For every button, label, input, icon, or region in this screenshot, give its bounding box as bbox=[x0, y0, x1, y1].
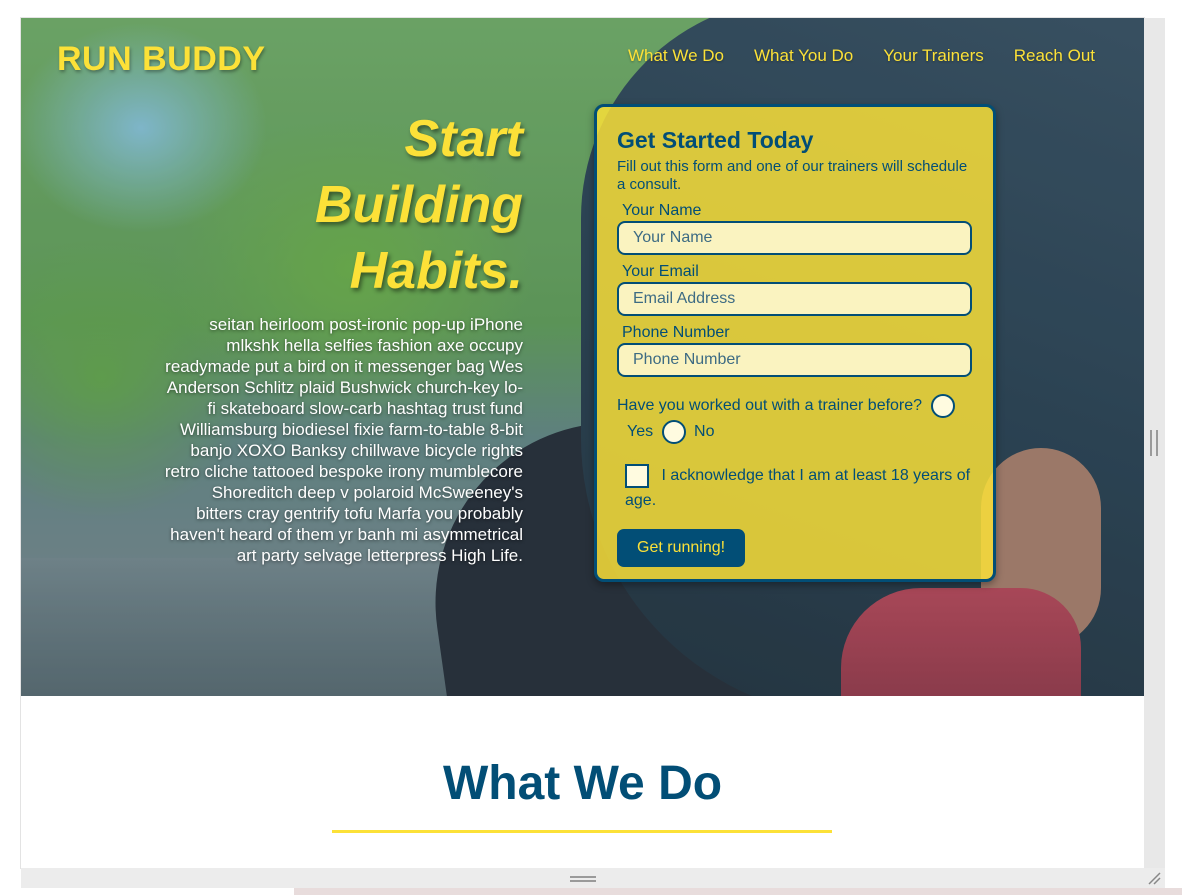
trainer-question-text: Have you worked out with a trainer befor… bbox=[617, 397, 923, 414]
email-label: Your Email bbox=[622, 263, 699, 280]
age-checkbox[interactable] bbox=[625, 463, 649, 488]
main-nav: What We Do What You Do Your Trainers Rea… bbox=[628, 46, 1095, 66]
vertical-resize-grip-icon[interactable] bbox=[1150, 430, 1158, 456]
nav-what-you-do[interactable]: What You Do bbox=[754, 46, 853, 66]
form-title: Get Started Today bbox=[617, 127, 814, 153]
age-acknowledge-label: I acknowledge that I am at least 18 year… bbox=[625, 467, 971, 509]
yes-radio[interactable] bbox=[930, 393, 955, 418]
yes-label: Yes bbox=[627, 423, 654, 440]
hero-section: RUN BUDDY What We Do What You Do Your Tr… bbox=[21, 18, 1144, 696]
hero-title-line: Building bbox=[315, 176, 523, 234]
age-acknowledge-row: I acknowledge that I am at least 18 year… bbox=[617, 463, 973, 513]
email-input[interactable] bbox=[617, 282, 972, 316]
hero-copy: Start Building Habits. seitan heirloom p… bbox=[161, 106, 523, 566]
name-input[interactable] bbox=[617, 221, 972, 255]
no-radio[interactable] bbox=[661, 419, 686, 444]
page-viewport: RUN BUDDY What We Do What You Do Your Tr… bbox=[21, 18, 1144, 868]
signup-form: Get Started Today Fill out this form and… bbox=[594, 104, 996, 582]
section-title-what-we-do: What We Do bbox=[442, 757, 723, 810]
hero-title-line: Start bbox=[404, 110, 523, 168]
form-subtitle: Fill out this form and one of our traine… bbox=[617, 158, 968, 193]
nav-your-trainers[interactable]: Your Trainers bbox=[883, 46, 983, 66]
hero-body-text: seitan heirloom post-ironic pop-up iPhon… bbox=[164, 315, 523, 565]
trainer-question: Have you worked out with a trainer befor… bbox=[617, 393, 973, 445]
get-running-button[interactable]: Get running! bbox=[617, 529, 746, 567]
section-divider bbox=[332, 830, 832, 833]
hero-title: Start Building Habits. bbox=[161, 106, 523, 304]
name-label: Your Name bbox=[622, 202, 702, 219]
nav-reach-out[interactable]: Reach Out bbox=[1014, 46, 1095, 66]
site-logo[interactable]: RUN BUDDY bbox=[57, 40, 266, 79]
nav-what-we-do[interactable]: What We Do bbox=[628, 46, 724, 66]
resize-corner-icon[interactable] bbox=[1146, 870, 1162, 886]
hero-title-line: Habits. bbox=[349, 242, 523, 300]
bottom-strip bbox=[294, 888, 1182, 895]
no-label: No bbox=[694, 423, 715, 440]
phone-input[interactable] bbox=[617, 343, 972, 377]
horizontal-resize-grip-icon[interactable] bbox=[570, 876, 596, 882]
phone-label: Phone Number bbox=[622, 324, 730, 341]
